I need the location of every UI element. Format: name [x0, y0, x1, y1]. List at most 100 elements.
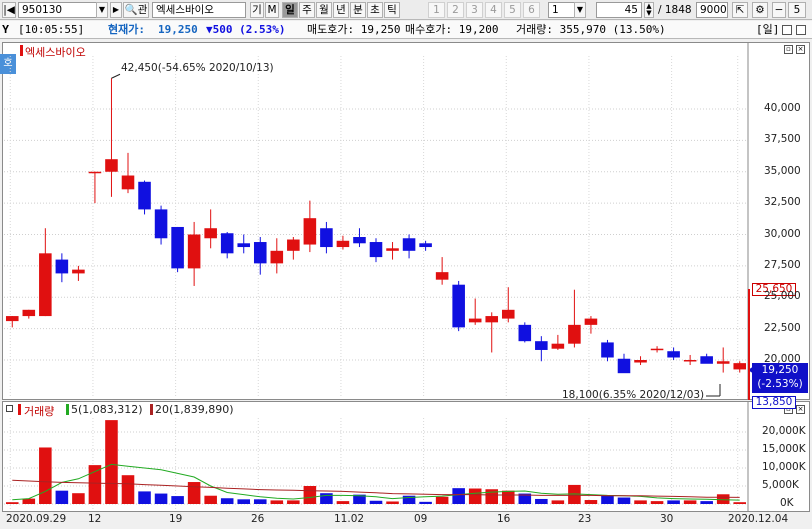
volume-bar: [733, 502, 747, 504]
volume-tick: 5,000K: [762, 479, 799, 491]
candle-body: [601, 342, 614, 358]
candle-body: [121, 175, 135, 190]
candle-body: [105, 159, 118, 172]
candle-body: [584, 318, 598, 325]
candle-body: [485, 316, 499, 323]
high-annotation: 42,450(-54.65% 2020/10/13): [121, 62, 274, 74]
volume-bar: [501, 490, 515, 504]
candle-body: [171, 226, 184, 269]
candle-body: [369, 242, 383, 258]
candle-body: [468, 318, 482, 323]
volume-bar: [171, 496, 184, 504]
candle-body: [72, 269, 85, 274]
price-tick: 35,000: [764, 164, 801, 177]
volume-bar: [237, 499, 251, 504]
volume-bar: [601, 495, 614, 504]
volume-bar: [105, 420, 118, 504]
volume-tick: 20,000K: [762, 425, 806, 437]
volume-bar: [468, 488, 482, 504]
candle-body: [138, 181, 151, 210]
x-axis-label: 12: [88, 513, 102, 525]
candle-body: [386, 248, 399, 251]
candle-body: [568, 324, 581, 344]
volume-bar: [419, 501, 432, 504]
candle-body: [187, 234, 201, 269]
volume-bar: [452, 488, 465, 504]
volume-bar: [336, 501, 350, 504]
price-tick: 22,500: [764, 321, 801, 334]
current-price-box-value: 19,250: [761, 364, 799, 376]
volume-bar: [700, 501, 713, 504]
candle-body: [435, 272, 449, 280]
candle-body: [5, 316, 19, 322]
volume-bar: [435, 496, 449, 504]
candle-body: [716, 361, 730, 364]
ma5-line: [12, 463, 740, 501]
volume-bar: [386, 501, 399, 504]
volume-bar: [287, 500, 300, 504]
volume-bar: [154, 493, 168, 504]
volume-bar: [369, 500, 383, 504]
price-tick: 30,000: [764, 227, 801, 240]
volume-bar: [39, 447, 52, 504]
low-price-box: 13,850: [752, 396, 796, 409]
candle-body: [204, 228, 217, 239]
candle-body: [287, 239, 300, 251]
candle-body: [733, 363, 747, 370]
volume-bar: [204, 495, 217, 504]
x-axis-label: 09: [414, 513, 428, 525]
x-axis-label: 11.02: [334, 513, 365, 525]
candle-body: [452, 284, 465, 328]
candle-body: [501, 309, 515, 319]
candle-body: [518, 324, 532, 342]
volume-bar: [121, 475, 135, 504]
volume-bar: [138, 491, 151, 504]
volume-bar: [88, 465, 102, 504]
volume-tick: 0K: [780, 497, 794, 509]
price-tick: 32,500: [764, 196, 801, 209]
volume-bar: [535, 498, 548, 504]
price-tick: 27,500: [764, 258, 801, 271]
candle-body: [55, 259, 69, 274]
candle-body: [270, 250, 284, 264]
volume-bar: [667, 500, 680, 504]
volume-bar: [55, 490, 69, 504]
candle-body: [419, 243, 432, 248]
x-axis-label: 2020.12.04: [728, 513, 789, 525]
current-price-box-change: (-2.53%): [757, 378, 803, 390]
volume-bar: [303, 486, 317, 504]
x-axis-label: 2020.09.29: [6, 513, 67, 525]
volume-bar: [617, 497, 631, 504]
candle-body: [336, 240, 350, 248]
volume-tick: 15,000K: [762, 443, 806, 455]
candle-body: [22, 309, 36, 317]
candle-body: [650, 348, 664, 351]
candlestick-chart: [4, 43, 754, 511]
x-axis-label: 16: [497, 513, 511, 525]
volume-bar: [72, 493, 85, 504]
volume-bar: [650, 501, 664, 504]
candle-body: [617, 358, 631, 374]
volume-bar: [551, 500, 565, 504]
candle-body: [220, 233, 234, 254]
x-axis-label: 19: [169, 513, 183, 525]
x-axis-label: 30: [660, 513, 674, 525]
volume-bar: [220, 498, 234, 504]
volume-bar: [320, 493, 333, 504]
candle-body: [39, 253, 52, 317]
price-tick: 20,000: [764, 353, 801, 365]
candle-body: [700, 356, 713, 364]
volume-bar: [634, 500, 647, 504]
candle-body: [535, 341, 548, 350]
x-axis-label: 23: [578, 513, 592, 525]
ma20-line: [12, 479, 740, 498]
high-arrow: [111, 73, 121, 79]
candle-body: [320, 228, 333, 248]
current-price-box: 19,250 (-2.53%): [752, 363, 808, 393]
volume-bar: [22, 498, 36, 504]
x-axis-label: 26: [251, 513, 265, 525]
volume-bar: [584, 500, 598, 504]
candle-body: [303, 218, 317, 245]
price-tick: 25,000: [764, 290, 801, 303]
volume-tick: 10,000K: [762, 461, 806, 473]
